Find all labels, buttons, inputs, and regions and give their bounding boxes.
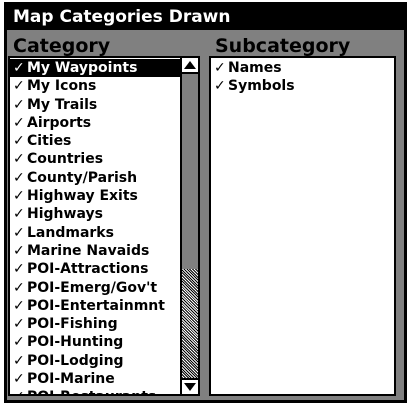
checkmark-icon: ✓ — [13, 133, 25, 150]
checkmark-icon: ✓ — [13, 96, 25, 113]
category-item[interactable]: ✓ POI-Emerg/Gov't — [10, 279, 180, 297]
category-item[interactable]: ✓POI-Restaurants — [10, 388, 180, 394]
checkmark-icon: ✓ — [13, 60, 25, 76]
category-item-label: POI-Fishing — [27, 316, 118, 333]
category-item[interactable]: ✓ Marine Navaids — [10, 242, 180, 260]
category-item-label: Highway Exits — [27, 188, 138, 205]
checkmark-icon: ✓ — [13, 388, 27, 394]
category-item[interactable]: ✓ My Icons — [10, 77, 180, 95]
scroll-up-button[interactable] — [182, 58, 198, 74]
category-items: ✓ My Waypoints ✓ My Icons ✓ My Trails ✓ Airport… — [10, 59, 180, 394]
arrow-up-icon — [184, 61, 196, 69]
category-item-label: My Icons — [27, 78, 97, 95]
checkmark-icon: ✓ — [13, 224, 25, 241]
checkmark-icon: ✓ — [13, 316, 25, 333]
category-item[interactable]: ✓ Highway Exits — [10, 187, 180, 205]
category-list[interactable]: ✓ My Waypoints ✓ My Icons ✓ My Trails ✓ Airport… — [8, 56, 200, 396]
category-item[interactable]: ✓ Airports — [10, 114, 180, 132]
checkmark-icon: ✓ — [13, 352, 25, 369]
subcategory-list[interactable]: ✓ Names ✓ Symbols — [209, 56, 396, 396]
checkmark-icon: ✓ — [13, 169, 25, 186]
category-item[interactable]: ✓ POI-Lodging — [10, 352, 180, 370]
category-item-label: Landmarks — [27, 224, 114, 241]
category-item-label: POI-Lodging — [27, 352, 124, 369]
category-item[interactable]: ✓ POI-Entertainmnt — [10, 297, 180, 315]
category-item-label: Countries — [27, 151, 104, 168]
category-item[interactable]: ✓ POI-Attractions — [10, 260, 180, 278]
subcategory-items: ✓ Names ✓ Symbols — [211, 59, 394, 96]
category-scrollbar[interactable] — [180, 58, 198, 394]
checkmark-icon: ✓ — [13, 206, 25, 223]
checkmark-icon: ✓ — [13, 261, 25, 278]
checkmark-icon: ✓ — [13, 279, 25, 296]
subcategory-item[interactable]: ✓ Names — [211, 59, 394, 77]
scroll-thumb[interactable] — [182, 74, 198, 269]
subcategory-item[interactable]: ✓ Symbols — [211, 77, 394, 95]
category-item-label: POI-Restaurants — [27, 389, 156, 394]
category-item[interactable]: ✓ Highways — [10, 205, 180, 223]
subcategory-item-label: Names — [228, 60, 282, 76]
category-item[interactable]: ✓ My Trails — [10, 96, 180, 114]
category-item-label: My Waypoints — [27, 60, 138, 76]
category-item-label: Cities — [27, 133, 72, 150]
checkmark-icon: ✓ — [13, 334, 25, 351]
arrow-down-icon — [184, 383, 196, 391]
checkmark-icon: ✓ — [13, 151, 25, 168]
category-item[interactable]: ✓ Countries — [10, 150, 180, 168]
category-item-label: County/Parish — [27, 169, 138, 186]
scroll-track[interactable] — [182, 74, 198, 378]
category-item-label: My Trails — [27, 96, 98, 113]
checkmark-icon: ✓ — [13, 78, 25, 95]
category-item-label: Highways — [27, 206, 103, 223]
checkmark-icon: ✓ — [13, 297, 25, 314]
category-item[interactable]: ✓ Landmarks — [10, 224, 180, 242]
category-item[interactable]: ✓ POI-Fishing — [10, 315, 180, 333]
subcategory-item-label: Symbols — [228, 78, 295, 95]
category-item-label: POI-Attractions — [27, 261, 149, 278]
checkmark-icon: ✓ — [13, 371, 25, 388]
category-item-label: POI-Hunting — [27, 334, 124, 351]
category-item-label: Marine Navaids — [27, 242, 150, 259]
category-item-label: POI-Emerg/Gov't — [27, 279, 158, 296]
checkmark-icon: ✓ — [13, 114, 25, 131]
category-item-label: POI-Entertainmnt — [27, 297, 165, 314]
category-item[interactable]: ✓ Cities — [10, 132, 180, 150]
checkmark-icon: ✓ — [13, 188, 25, 205]
category-item[interactable]: ✓ My Waypoints — [10, 59, 180, 78]
window-title: Map Categories Drawn — [7, 5, 404, 30]
category-item[interactable]: ✓ POI-Marine — [10, 370, 180, 388]
scroll-down-button[interactable] — [182, 378, 198, 394]
checkmark-icon: ✓ — [214, 78, 226, 95]
category-item-label: Airports — [27, 114, 92, 131]
checkmark-icon: ✓ — [214, 60, 226, 76]
checkmark-icon: ✓ — [13, 242, 25, 259]
category-item[interactable]: ✓ POI-Hunting — [10, 333, 180, 351]
category-item-label: POI-Marine — [27, 371, 115, 388]
category-item[interactable]: ✓ County/Parish — [10, 169, 180, 187]
